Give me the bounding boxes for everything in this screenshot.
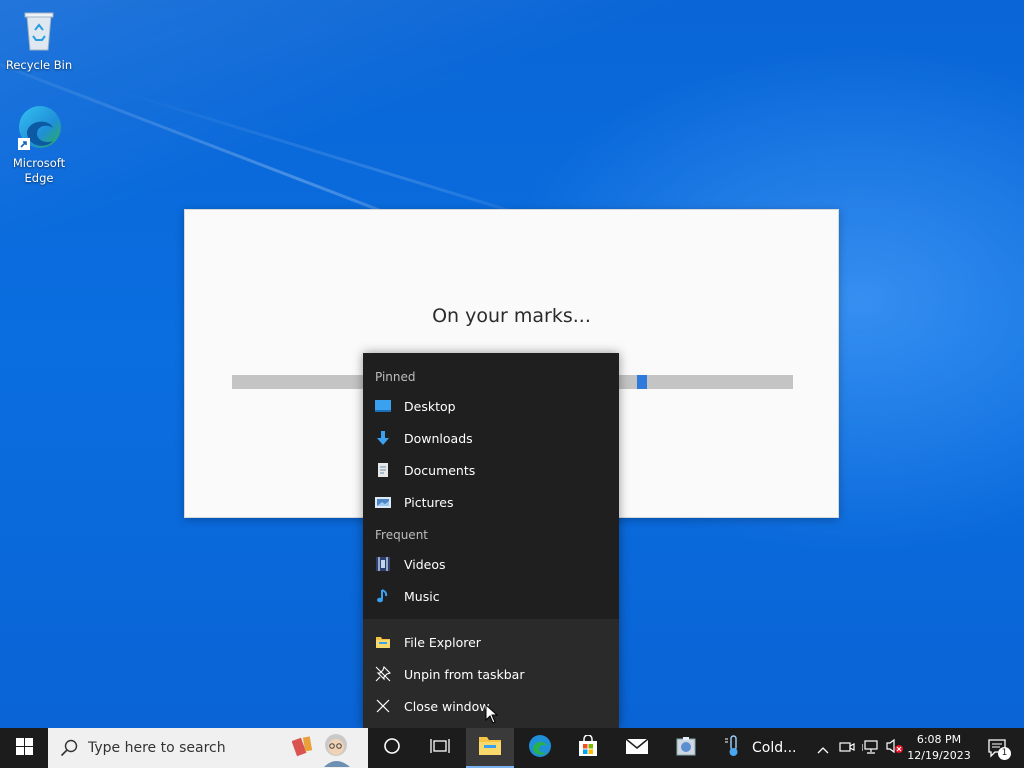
task-view-icon: [430, 737, 450, 759]
unpin-icon: [375, 665, 392, 682]
desktop-folder-icon: [375, 398, 391, 414]
jumplist-task-file-explorer[interactable]: File Explorer: [363, 626, 619, 658]
camera-icon: [839, 739, 855, 758]
search-placeholder: Type here to search: [88, 740, 226, 756]
jumplist-item-videos[interactable]: Videos: [363, 548, 619, 580]
search-highlight-illustration-icon: [291, 729, 362, 768]
downloads-folder-icon: [375, 430, 391, 446]
weather-widget[interactable]: Cold...: [724, 728, 806, 768]
edge-icon: [15, 104, 63, 152]
pictures-folder-icon: [375, 494, 391, 510]
recycle-bin-icon: [15, 6, 63, 54]
setup-app-icon: [674, 734, 698, 762]
notification-icon: 1: [987, 738, 1011, 760]
start-button[interactable]: [0, 728, 48, 768]
taskbar: Type here to search Cold... 6:08 PM 12/1…: [0, 728, 1024, 768]
taskbar-app-microsoft-store[interactable]: [564, 728, 612, 768]
task-view-button[interactable]: [416, 728, 464, 768]
jumplist-item-label: Videos: [404, 556, 446, 572]
weather-text: Cold...: [752, 740, 797, 756]
network-icon: [861, 739, 880, 758]
clock-date: 12/19/2023: [907, 749, 971, 762]
meet-now-tray-button[interactable]: [836, 728, 858, 768]
network-tray-button[interactable]: [860, 728, 882, 768]
jumplist-item-label: Close window: [404, 698, 490, 714]
close-icon: [375, 698, 391, 714]
progress-title: On your marks...: [432, 305, 591, 327]
mail-envelope-icon: [625, 737, 649, 759]
thermometer-icon: [724, 735, 742, 761]
mouse-cursor: [485, 703, 499, 724]
edge-icon: [528, 734, 552, 762]
desktop-icon-recycle-bin[interactable]: Recycle Bin: [3, 6, 75, 73]
jumplist-item-label: Pictures: [404, 494, 454, 510]
jumplist-item-label: Downloads: [404, 430, 473, 446]
jumplist-item-label: Documents: [404, 462, 476, 478]
volume-tray-button[interactable]: [884, 728, 906, 768]
desktop-icon-label: Recycle Bin: [5, 58, 73, 72]
jumplist-item-label: File Explorer: [404, 634, 481, 650]
file-explorer-icon: [375, 634, 391, 650]
taskbar-app-setup[interactable]: [662, 728, 710, 768]
chevron-up-icon: [817, 739, 829, 758]
file-explorer-icon: [478, 734, 502, 760]
jumplist-item-desktop[interactable]: Desktop: [363, 390, 619, 422]
jumplist-item-label: Music: [404, 588, 440, 604]
jumplist-task-unpin[interactable]: Unpin from taskbar: [363, 658, 619, 690]
documents-folder-icon: [375, 462, 391, 478]
taskbar-app-edge[interactable]: [516, 728, 564, 768]
volume-muted-icon: [886, 738, 904, 758]
cortana-button[interactable]: [368, 728, 416, 768]
file-explorer-jump-list: Pinned Desktop Downloads Documents Pictu…: [363, 353, 619, 728]
taskbar-app-file-explorer[interactable]: [466, 728, 514, 768]
desktop-icon-label: Microsoft Edge: [12, 156, 66, 185]
action-center-button[interactable]: 1: [978, 728, 1018, 768]
show-hidden-icons-button[interactable]: [812, 728, 834, 768]
jumplist-item-label: Unpin from taskbar: [404, 666, 525, 682]
search-icon: [60, 739, 78, 761]
music-folder-icon: [375, 588, 391, 604]
pinned-section-header: Pinned: [375, 370, 416, 384]
cortana-circle-icon: [383, 737, 401, 759]
clock-time: 6:08 PM: [916, 733, 962, 746]
clock-tray-button[interactable]: 6:08 PM 12/19/2023: [906, 728, 972, 768]
jumplist-item-pictures[interactable]: Pictures: [363, 486, 619, 518]
desktop-icon-microsoft-edge[interactable]: Microsoft Edge: [3, 104, 75, 186]
frequent-section-header: Frequent: [375, 528, 428, 542]
taskbar-app-mail[interactable]: [613, 728, 661, 768]
progress-bar-indicator: [637, 375, 647, 389]
notification-count-badge: 1: [998, 747, 1011, 760]
store-bag-icon: [577, 734, 599, 761]
taskbar-search-box[interactable]: Type here to search: [48, 728, 368, 768]
jumplist-item-label: Desktop: [404, 398, 456, 414]
windows-logo-icon: [15, 737, 33, 759]
jumplist-item-documents[interactable]: Documents: [363, 454, 619, 486]
videos-folder-icon: [375, 556, 391, 572]
jumplist-item-music[interactable]: Music: [363, 580, 619, 612]
jumplist-item-downloads[interactable]: Downloads: [363, 422, 619, 454]
